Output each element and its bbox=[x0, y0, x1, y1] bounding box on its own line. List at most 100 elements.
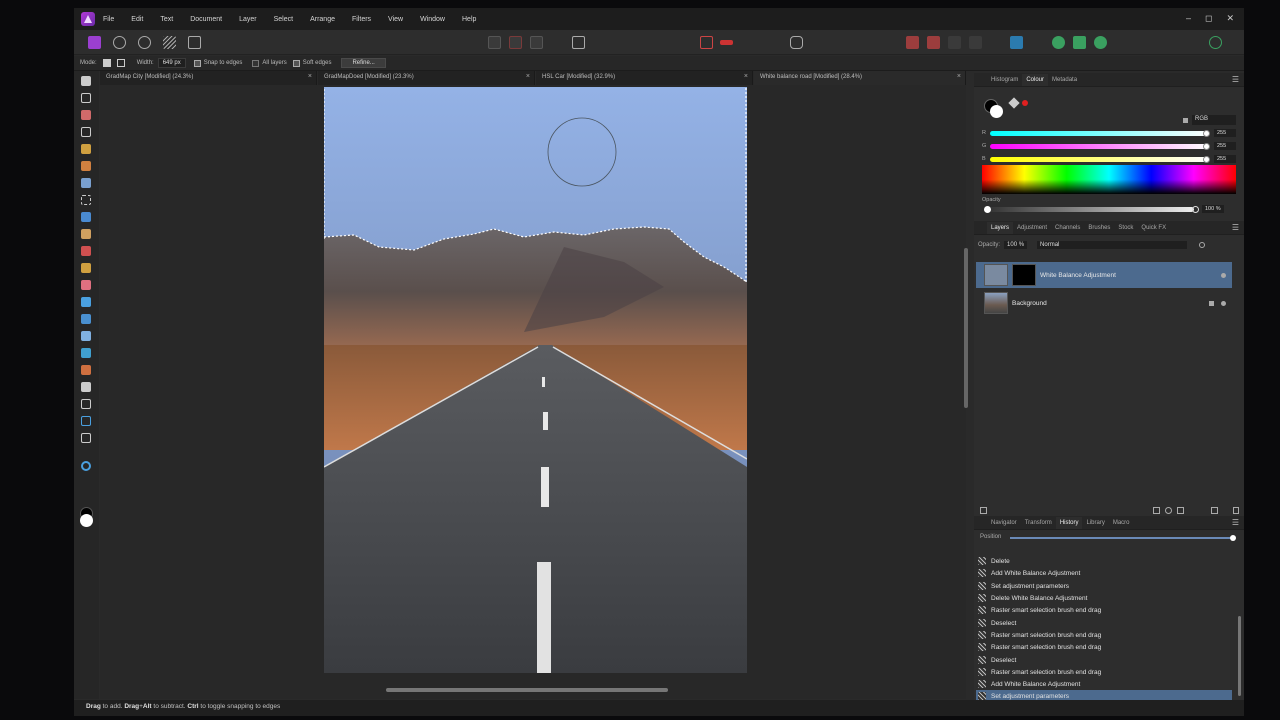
blend-mode-select[interactable]: Normal bbox=[1037, 240, 1188, 249]
history-position-slider[interactable] bbox=[1010, 537, 1232, 539]
tab-transform[interactable]: Transform bbox=[1021, 517, 1056, 529]
quick-mask-icon[interactable] bbox=[572, 36, 585, 49]
history-item[interactable]: Delete White Balance Adjustment bbox=[976, 592, 1232, 604]
pen-tool-icon[interactable] bbox=[81, 382, 91, 392]
vertical-scrollbar[interactable] bbox=[964, 248, 968, 408]
menu-file[interactable]: File bbox=[103, 16, 114, 23]
mask-layer-icon[interactable] bbox=[1153, 507, 1160, 514]
blue-slider-knob[interactable] bbox=[1203, 155, 1210, 163]
opacity-slider-knob-left[interactable] bbox=[984, 206, 991, 213]
layer-visibility-icon[interactable] bbox=[1221, 272, 1226, 278]
blur-brush-tool-icon[interactable] bbox=[81, 297, 91, 307]
menu-document[interactable]: Document bbox=[190, 16, 222, 23]
panel-menu-icon[interactable]: ☰ bbox=[1232, 223, 1239, 232]
history-item[interactable]: Raster smart selection brush end drag bbox=[976, 604, 1232, 616]
boolean-add-icon[interactable] bbox=[1052, 36, 1065, 49]
green-slider[interactable]: G 255 bbox=[982, 142, 1236, 150]
mesh-warp-tool-icon[interactable] bbox=[81, 433, 91, 443]
red-slider-track[interactable] bbox=[990, 129, 1210, 137]
snap-to-edges-checkbox[interactable] bbox=[193, 59, 201, 67]
tab-brushes[interactable]: Brushes bbox=[1084, 222, 1114, 234]
red-slider-knob[interactable] bbox=[1203, 129, 1210, 137]
layer-row-white-balance[interactable]: White Balance Adjustment bbox=[976, 262, 1232, 288]
tab-macro[interactable]: Macro bbox=[1109, 517, 1134, 529]
add-mode-icon[interactable] bbox=[102, 59, 111, 67]
arrange-forward-icon[interactable] bbox=[948, 36, 961, 49]
selection-mode-icon[interactable] bbox=[740, 36, 753, 49]
crop-tool-icon[interactable] bbox=[81, 127, 91, 137]
refine-button[interactable]: Refine... bbox=[341, 58, 386, 68]
tab-white-balance-road[interactable]: White balance road [Modified] (28.4%) × bbox=[754, 71, 966, 85]
panel-menu-icon[interactable]: ☰ bbox=[1232, 75, 1239, 84]
export-persona-icon[interactable] bbox=[188, 36, 201, 49]
layer-mask-thumbnail[interactable] bbox=[1012, 264, 1036, 286]
panel-menu-icon[interactable]: ☰ bbox=[1232, 518, 1239, 527]
opacity-slider-knob[interactable] bbox=[1192, 206, 1199, 213]
tab-colour[interactable]: Colour bbox=[1022, 73, 1049, 86]
green-value[interactable]: 255 bbox=[1214, 142, 1236, 150]
boolean-intersect-icon[interactable] bbox=[1094, 36, 1107, 49]
arrange-back-icon[interactable] bbox=[927, 36, 940, 49]
photo-persona-icon[interactable] bbox=[88, 36, 101, 49]
tab-navigator[interactable]: Navigator bbox=[987, 517, 1021, 529]
history-item[interactable]: Deselect bbox=[976, 617, 1232, 629]
all-layers-checkbox[interactable] bbox=[252, 59, 260, 67]
history-item[interactable]: Delete bbox=[976, 555, 1232, 567]
tab-quick-fx[interactable]: Quick FX bbox=[1137, 222, 1170, 234]
tab-histogram[interactable]: Histogram bbox=[987, 74, 1022, 86]
subtract-mode-icon[interactable] bbox=[116, 59, 125, 67]
tab-stock[interactable]: Stock bbox=[1114, 222, 1137, 234]
marquee-tool-icon[interactable] bbox=[81, 195, 91, 205]
menu-view[interactable]: View bbox=[388, 16, 403, 23]
align-right-icon[interactable] bbox=[530, 36, 543, 49]
menu-layer[interactable]: Layer bbox=[239, 16, 257, 23]
layer-opacity-value[interactable]: 100 % bbox=[1004, 240, 1028, 249]
history-item[interactable]: Add White Balance Adjustment bbox=[976, 678, 1232, 690]
adjustment-layer-icon[interactable] bbox=[1165, 507, 1172, 514]
history-item[interactable]: Deselect bbox=[976, 654, 1232, 666]
lock-icon[interactable] bbox=[1183, 118, 1188, 123]
align-left-icon[interactable] bbox=[488, 36, 501, 49]
layer-settings-icon[interactable] bbox=[1199, 241, 1206, 248]
width-field[interactable]: 649 px bbox=[157, 58, 186, 68]
add-pixel-layer-icon[interactable] bbox=[1211, 507, 1218, 514]
color-picker-tool-icon[interactable] bbox=[81, 110, 91, 120]
history-scrollbar[interactable] bbox=[1238, 616, 1241, 696]
blue-slider-track[interactable] bbox=[990, 155, 1210, 163]
tab-history[interactable]: History bbox=[1055, 516, 1083, 529]
road-mountain-photo[interactable] bbox=[324, 87, 747, 673]
arrange-icon[interactable] bbox=[906, 36, 919, 49]
red-eye-tool-icon[interactable] bbox=[81, 348, 91, 358]
colour-spectrum[interactable] bbox=[982, 165, 1236, 194]
erase-brush-tool-icon[interactable] bbox=[81, 280, 91, 290]
green-slider-track[interactable] bbox=[990, 142, 1210, 150]
clone-brush-tool-icon[interactable] bbox=[81, 314, 91, 324]
develop-persona-icon[interactable] bbox=[138, 36, 151, 49]
opacity-slider[interactable] bbox=[988, 207, 1194, 212]
tab-metadata[interactable]: Metadata bbox=[1048, 74, 1081, 86]
move-tool-icon[interactable] bbox=[81, 93, 91, 103]
tab-adjustment[interactable]: Adjustment bbox=[1013, 222, 1051, 234]
close-tab-icon[interactable]: × bbox=[957, 73, 961, 80]
menu-arrange[interactable]: Arrange bbox=[310, 16, 335, 23]
maximize-button[interactable]: ◻ bbox=[1205, 13, 1212, 24]
red-slider[interactable]: R 255 bbox=[982, 129, 1236, 137]
opacity-value[interactable]: 100 % bbox=[1202, 205, 1224, 213]
crop-toggle-icon[interactable] bbox=[700, 36, 713, 49]
tab-library[interactable]: Library bbox=[1082, 517, 1108, 529]
minimize-button[interactable]: – bbox=[1186, 13, 1191, 24]
zoom-tool-icon[interactable] bbox=[81, 461, 91, 471]
layer-row-background[interactable]: Background bbox=[976, 290, 1232, 316]
paint-brush-tool-icon[interactable] bbox=[81, 246, 91, 256]
assistant-icon[interactable] bbox=[790, 36, 803, 49]
menu-help[interactable]: Help bbox=[462, 16, 476, 23]
red-value[interactable]: 255 bbox=[1214, 129, 1236, 137]
canvas[interactable] bbox=[100, 85, 966, 685]
liquify-persona-icon[interactable] bbox=[113, 36, 126, 49]
layer-visibility-icon[interactable] bbox=[1221, 300, 1226, 306]
menu-filters[interactable]: Filters bbox=[352, 16, 371, 23]
layer-fx-icon[interactable] bbox=[980, 507, 987, 514]
tab-gradmapdoed[interactable]: GradMapDoed [Modified] (23.3%) × bbox=[318, 71, 535, 85]
live-filter-icon[interactable] bbox=[1177, 507, 1184, 514]
artistic-text-tool-icon[interactable] bbox=[81, 416, 91, 426]
